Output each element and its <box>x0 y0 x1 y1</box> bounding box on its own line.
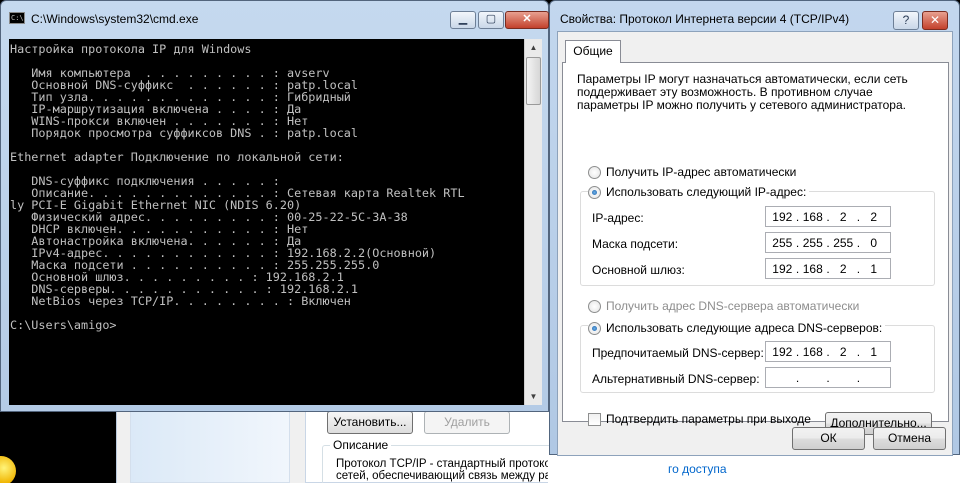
console-scrollbar[interactable]: ▲ ▼ <box>524 39 542 405</box>
cmd-window: C:\ C:\Windows\system32\cmd.exe ▁ ▢ ✕ На… <box>0 0 549 412</box>
radio-icon <box>588 165 601 179</box>
background-right-area <box>548 455 960 483</box>
cmd-titlebar[interactable]: C:\ C:\Windows\system32\cmd.exe ▁ ▢ ✕ <box>1 1 549 31</box>
octet-dot: . <box>826 261 830 276</box>
octet: 168 <box>802 261 823 276</box>
gateway-label: Основной шлюз: <box>592 263 685 277</box>
minimize-icon: ▁ <box>458 13 468 25</box>
cmd-window-title: C:\Windows\system32\cmd.exe <box>31 12 199 26</box>
close-icon: ✕ <box>929 13 941 27</box>
octet: 2 <box>839 209 847 224</box>
octet: 2 <box>870 209 878 224</box>
dialog-body: Общие Параметры IP могут назначаться авт… <box>557 31 953 456</box>
octet-dot: . <box>826 370 830 385</box>
octet: 1 <box>870 344 878 359</box>
radio-icon <box>588 299 601 313</box>
maximize-button[interactable]: ▢ <box>478 11 504 29</box>
checkbox-icon <box>588 412 601 426</box>
close-icon: ✕ <box>522 13 532 25</box>
console-text: Настройка протокола IP для Windows Имя к… <box>10 42 465 332</box>
desktop-area <box>0 400 120 483</box>
description-text: Протокол TCP/IP - стандартный протокол г… <box>336 458 556 482</box>
background-link[interactable]: го доступа <box>668 462 727 476</box>
console-icon: C:\ <box>9 12 25 24</box>
tab-general[interactable]: Общие <box>565 40 621 63</box>
octet: 255 <box>772 235 793 250</box>
tcpip-properties-dialog: Свойства: Протокол Интернета версии 4 (T… <box>549 0 960 456</box>
ip-address-field[interactable]: 192. 168. 2. 2 <box>765 206 891 227</box>
dialog-close-button[interactable]: ✕ <box>922 11 948 30</box>
confirm-on-exit-label: Подтвердить параметры при выходе <box>606 412 811 426</box>
octet-dot: . <box>856 235 861 250</box>
radio-ip-auto-label: Получить IP-адрес автоматически <box>606 165 797 179</box>
preferred-dns-field[interactable]: 192. 168. 2. 1 <box>765 341 891 362</box>
octet: 168 <box>802 209 823 224</box>
scroll-up-icon[interactable]: ▲ <box>525 39 542 56</box>
octet-dot: . <box>856 261 861 276</box>
octet-dot: . <box>826 235 830 250</box>
octet: 192 <box>772 261 793 276</box>
radio-dns-manual-label: Использовать следующие адреса DNS-сервер… <box>606 321 883 335</box>
ok-button[interactable]: ОК <box>792 427 865 450</box>
install-button[interactable]: Установить... <box>327 411 413 434</box>
console-output[interactable]: Настройка протокола IP для Windows Имя к… <box>9 39 524 405</box>
scroll-thumb[interactable] <box>526 57 541 105</box>
octet-dot: . <box>795 370 800 385</box>
octet: 168 <box>802 344 823 359</box>
radio-ip-manual-label: Использовать следующий IP-адрес: <box>606 185 807 199</box>
octet-dot: . <box>856 209 861 224</box>
octet: 192 <box>772 209 793 224</box>
maximize-icon: ▢ <box>485 13 497 25</box>
cancel-button[interactable]: Отмена <box>873 427 946 450</box>
description-line: Протокол TCP/IP - стандартный протокол г… <box>336 458 556 470</box>
close-button[interactable]: ✕ <box>505 11 549 29</box>
octet-dot: . <box>795 344 800 359</box>
radio-selected-icon <box>588 321 601 335</box>
gateway-field[interactable]: 192. 168. 2. 1 <box>765 258 891 279</box>
minimize-button[interactable]: ▁ <box>450 11 476 29</box>
subnet-mask-field[interactable]: 255. 255. 255. 0 <box>765 232 891 253</box>
alternate-dns-field[interactable]: . . . <box>765 367 891 388</box>
preferred-dns-label: Предпочитаемый DNS-сервер: <box>592 346 764 360</box>
help-button[interactable]: ? <box>893 11 919 30</box>
octet-dot: . <box>795 235 800 250</box>
scroll-down-icon[interactable]: ▼ <box>525 388 542 405</box>
octet: 1 <box>870 261 878 276</box>
subnet-mask-label: Маска подсети: <box>592 237 679 251</box>
dialog-title: Свойства: Протокол Интернета версии 4 (T… <box>560 12 850 26</box>
radio-dns-manual[interactable]: Использовать следующие адреса DNS-сервер… <box>588 321 886 335</box>
radio-dns-auto-label: Получить адрес DNS-сервера автоматически <box>606 299 860 313</box>
octet-dot: . <box>856 344 861 359</box>
radio-selected-icon <box>588 185 601 199</box>
radio-ip-auto[interactable]: Получить IP-адрес автоматически <box>588 165 796 179</box>
description-line: сетей, обеспечивающий связь между различ… <box>336 470 556 482</box>
octet-dot: . <box>795 261 800 276</box>
octet: 0 <box>870 235 878 250</box>
remove-button[interactable]: Удалить <box>424 411 510 434</box>
background-nav-panel <box>130 404 290 483</box>
ip-address-label: IP-адрес: <box>592 211 644 225</box>
octet: 2 <box>839 261 847 276</box>
octet-dot: . <box>856 370 861 385</box>
octet: 192 <box>772 344 793 359</box>
octet-dot: . <box>795 209 800 224</box>
intro-text: Параметры IP могут назначаться автоматич… <box>577 72 908 112</box>
radio-dns-auto[interactable]: Получить адрес DNS-сервера автоматически <box>588 299 859 313</box>
radio-ip-manual[interactable]: Использовать следующий IP-адрес: <box>588 185 810 199</box>
octet-dot: . <box>826 344 830 359</box>
general-tab-page: Параметры IP могут назначаться автоматич… <box>562 62 949 435</box>
octet: 2 <box>839 344 847 359</box>
confirm-on-exit-checkbox[interactable]: Подтвердить параметры при выходе <box>588 412 811 426</box>
octet: 255 <box>802 235 823 250</box>
alternate-dns-label: Альтернативный DNS-сервер: <box>592 372 760 386</box>
octet-dot: . <box>826 209 830 224</box>
octet: 255 <box>833 235 854 250</box>
description-label: Описание <box>330 438 392 452</box>
